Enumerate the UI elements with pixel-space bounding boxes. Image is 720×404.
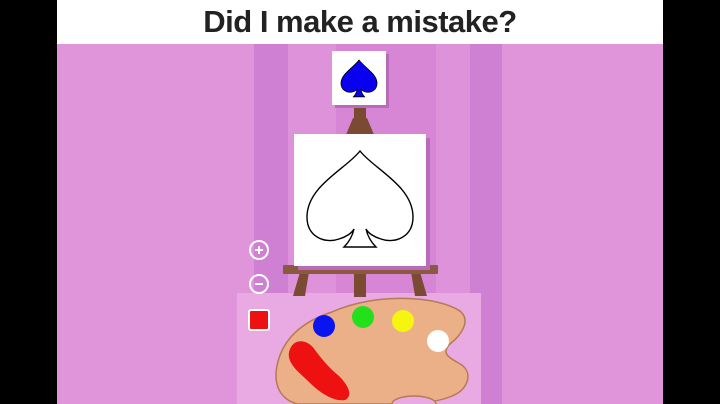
paint-yellow[interactable] (392, 310, 414, 332)
paint-green[interactable] (352, 306, 374, 328)
paint-palette (275, 297, 469, 404)
title-bar: Did I make a mistake? (57, 0, 663, 44)
page-title: Did I make a mistake? (203, 4, 517, 39)
paint-white[interactable] (427, 330, 449, 352)
paint-blue[interactable] (313, 315, 335, 337)
game-screen: Did I make a mistake? (57, 0, 663, 404)
